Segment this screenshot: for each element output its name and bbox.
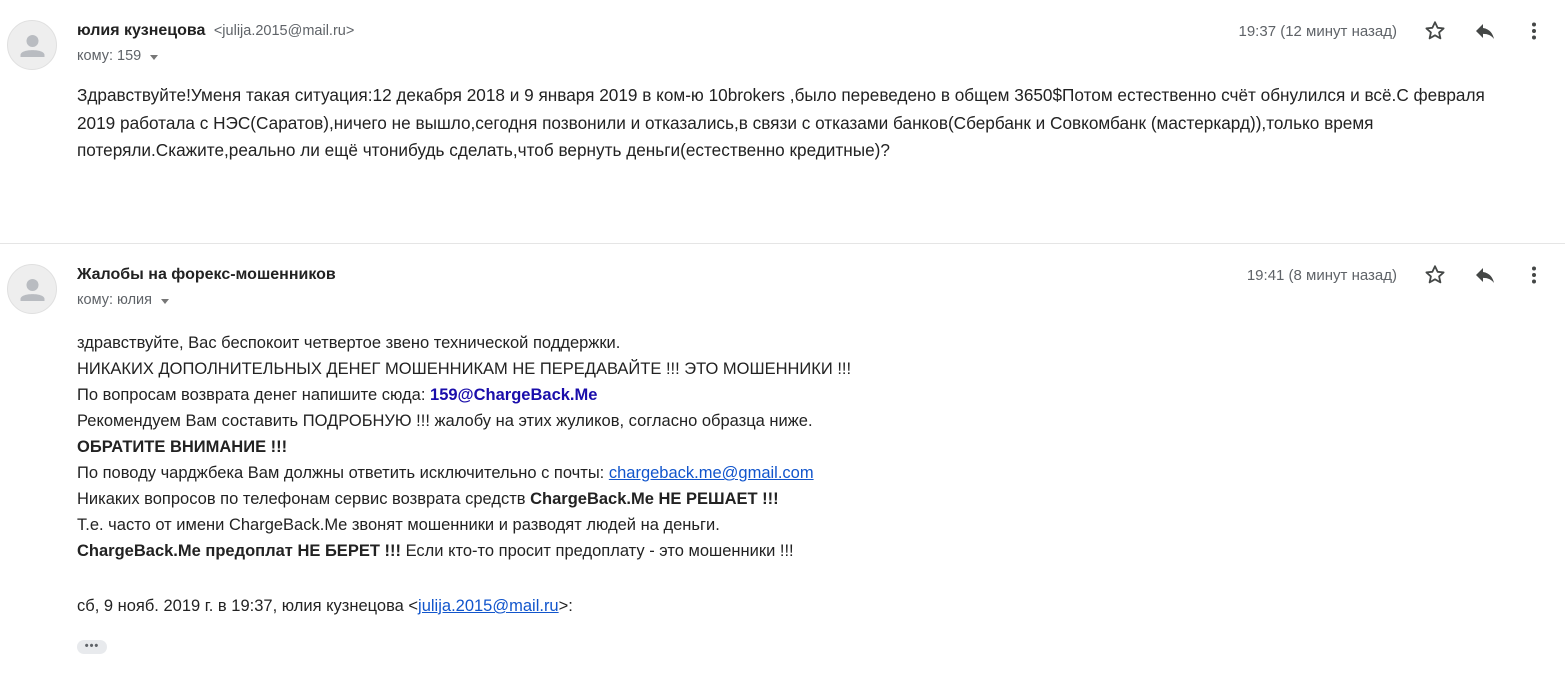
recipient-label: кому: юлия [77,292,152,308]
email-message-1: юлия кузнецова <julija.2015@mail.ru> ком… [0,0,1565,243]
recipient-label: кому: 159 [77,48,142,64]
sender-email: <julija.2015@mail.ru> [213,23,355,39]
recipient-details[interactable]: кому: юлия [77,292,169,308]
body-line-scam-calls: Т.е. часто от имени ChargeBack.Me звонят… [77,516,720,534]
chevron-down-icon[interactable] [150,54,159,60]
email-message-2: Жалобы на форекс-мошенников кому: юлия 1… [0,244,1565,682]
sender-name[interactable]: юлия кузнецова [77,22,205,39]
timestamp: 19:41 (8 минут назад) [1246,267,1397,284]
reply-icon[interactable] [1473,263,1497,287]
body-line-attention: ОБРАТИТЕ ВНИМАНИЕ !!! [77,438,288,456]
avatar-icon[interactable] [7,264,57,314]
no-phone-text: Никаких вопросов по телефонам сервис воз… [77,490,531,508]
reply-icon[interactable] [1473,19,1497,43]
more-vert-icon[interactable] [1522,263,1546,287]
sender-line: юлия кузнецова <julija.2015@mail.ru> [77,22,354,40]
no-prepayment-bold: ChargeBack.Me предоплат НЕ БЕРЕТ !!! [77,542,401,560]
message-body: Здравствуйте!Уменя такая ситуация:12 дек… [77,85,1485,160]
quoted-sender-email-link[interactable]: julija.2015@mail.ru [418,597,559,615]
body-line-greeting: здравствуйте, Вас беспокоит четвертое зв… [77,334,621,352]
message-body: здравствуйте, Вас беспокоит четвертое зв… [77,330,1377,564]
timestamp: 19:37 (12 минут назад) [1238,23,1398,40]
quote-header-end: >: [558,597,573,615]
body-line-no-prepayment: ChargeBack.Me предоплат НЕ БЕРЕТ !!! Есл… [77,538,1377,564]
body-line-no-phone: Никаких вопросов по телефонам сервис воз… [77,486,1377,512]
chargeback-email-link[interactable]: 159@ChargeBack.Me [430,386,597,404]
quote-header-text: сб, 9 нояб. 2019 г. в 19:37, юлия кузнец… [77,597,419,615]
star-icon[interactable] [1423,19,1447,43]
body-line-recommendation: Рекомендуем Вам составить ПОДРОБНУЮ !!! … [77,412,813,430]
recipient-details[interactable]: кому: 159 [77,48,159,64]
quote-header: сб, 9 нояб. 2019 г. в 19:37, юлия кузнец… [77,597,573,616]
gmail-link[interactable]: chargeback.me@gmail.com [609,464,814,482]
chevron-down-icon[interactable] [160,298,169,304]
more-vert-icon[interactable] [1522,19,1546,43]
refund-contact-text: По вопросам возврата денег напишите сюда… [77,386,431,404]
no-phone-bold: ChargeBack.Me НЕ РЕШАЕТ !!! [530,490,779,508]
no-prepayment-text: Если кто-то просит предоплату - это моше… [400,542,794,560]
show-trimmed-content-button[interactable]: ••• [77,640,107,654]
body-line-warning: НИКАКИХ ДОПОЛНИТЕЛЬНЫХ ДЕНЕГ МОШЕННИКАМ … [77,360,852,378]
star-icon[interactable] [1423,263,1447,287]
sender-line: Жалобы на форекс-мошенников [77,266,336,284]
body-line-official-email: По поводу чарджбека Вам должны ответить … [77,460,1377,486]
sender-name[interactable]: Жалобы на форекс-мошенников [77,266,336,283]
official-email-text: По поводу чарджбека Вам должны ответить … [77,464,609,482]
avatar-icon[interactable] [7,20,57,70]
body-line-refund-contact: По вопросам возврата денег напишите сюда… [77,382,1377,408]
